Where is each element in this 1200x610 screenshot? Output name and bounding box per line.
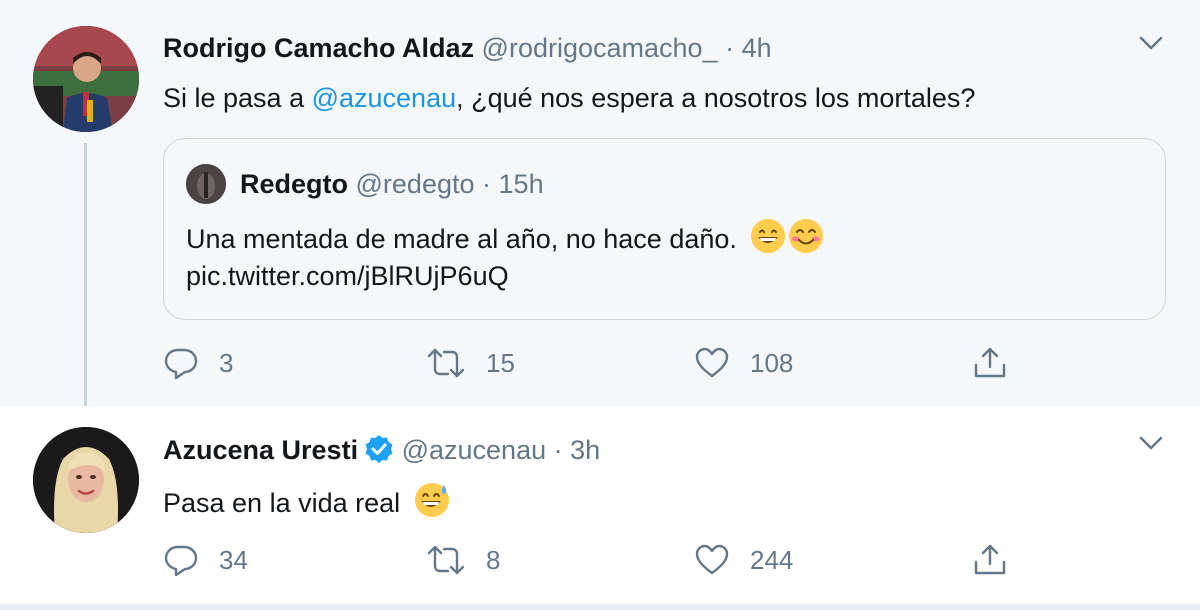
share-icon <box>974 347 1006 378</box>
quoted-timestamp[interactable]: 15h <box>499 169 544 199</box>
author-name[interactable]: Azucena Uresti <box>163 435 358 465</box>
like-count: 108 <box>750 347 794 378</box>
chevron-down-icon[interactable] <box>1136 28 1166 58</box>
tweet-azucena[interactable]: Azucena Uresti @azucenau · 3h Pasa en la… <box>0 406 1200 604</box>
avatar[interactable] <box>33 427 139 533</box>
separator: · <box>553 435 563 465</box>
retweet-count: 15 <box>486 347 515 378</box>
reply-count: 34 <box>219 544 248 575</box>
like-button[interactable]: 244 <box>694 540 793 580</box>
retweet-icon <box>427 348 465 378</box>
retweet-button[interactable]: 15 <box>426 343 515 383</box>
quoted-text-content: Una mentada de madre al año, no hace dañ… <box>186 224 737 254</box>
retweet-count: 8 <box>486 544 501 575</box>
tweet-text-start: Si le pasa a <box>163 83 312 113</box>
avatar-photo-icon <box>33 26 139 132</box>
quoted-tweet[interactable]: Redegto @redegto · 15h Una mentada de ma… <box>163 138 1166 320</box>
share-button[interactable] <box>972 540 1008 580</box>
mention-link[interactable]: @azucenau <box>312 83 457 113</box>
like-button[interactable]: 108 <box>694 343 793 383</box>
timestamp[interactable]: 4h <box>742 33 772 63</box>
verified-badge-icon <box>365 435 393 463</box>
thread-line <box>84 143 87 417</box>
quoted-text: Una mentada de madre al año, no hace dañ… <box>186 218 824 256</box>
reply-icon <box>164 348 198 380</box>
retweet-button[interactable]: 8 <box>426 540 500 580</box>
timestamp[interactable]: 3h <box>570 435 600 465</box>
author-handle[interactable]: @azucenau <box>402 435 547 465</box>
reply-button[interactable]: 3 <box>163 343 233 383</box>
divider <box>0 604 1200 610</box>
separator: · <box>482 169 492 199</box>
media-link[interactable]: pic.twitter.com/jBlRUjP6uQ <box>186 259 509 293</box>
smiling-face-blush-emoji <box>789 219 824 253</box>
quoted-header: Redegto @redegto · 15h <box>240 168 544 200</box>
tweet-text-end: , ¿qué nos espera a nosotros los mortale… <box>456 83 976 113</box>
share-button[interactable] <box>972 343 1008 383</box>
quoted-author-handle[interactable]: @redegto <box>356 169 475 199</box>
reply-count: 3 <box>219 347 234 378</box>
grinning-sweat-emoji <box>414 483 449 517</box>
author-handle[interactable]: @rodrigocamacho_ <box>482 33 718 63</box>
tweet-text: Pasa en la vida real <box>163 482 450 520</box>
avatar[interactable] <box>33 26 139 132</box>
tweet-text: Si le pasa a @azucenau, ¿qué nos espera … <box>163 81 975 115</box>
quoted-avatar-photo-icon <box>186 164 226 204</box>
tweet-text-content: Pasa en la vida real <box>163 488 401 518</box>
quoted-avatar[interactable] <box>186 164 226 204</box>
reply-button[interactable]: 34 <box>163 540 248 580</box>
grinning-face-emoji <box>751 219 786 253</box>
heart-icon <box>695 347 729 378</box>
like-count: 244 <box>750 544 794 575</box>
reply-icon <box>164 545 198 577</box>
heart-icon <box>695 544 729 575</box>
tweet-header: Azucena Uresti @azucenau · 3h <box>163 434 600 466</box>
chevron-down-icon[interactable] <box>1136 428 1166 458</box>
retweet-icon <box>427 545 465 575</box>
quoted-author-name[interactable]: Redegto <box>240 169 348 199</box>
share-icon <box>974 544 1006 575</box>
tweet-header: Rodrigo Camacho Aldaz @rodrigocamacho_ ·… <box>163 32 772 64</box>
tweet-rodrigo[interactable]: Rodrigo Camacho Aldaz @rodrigocamacho_ ·… <box>0 0 1200 417</box>
separator: · <box>725 33 735 63</box>
author-name[interactable]: Rodrigo Camacho Aldaz <box>163 33 474 63</box>
avatar-photo-icon <box>33 427 139 533</box>
